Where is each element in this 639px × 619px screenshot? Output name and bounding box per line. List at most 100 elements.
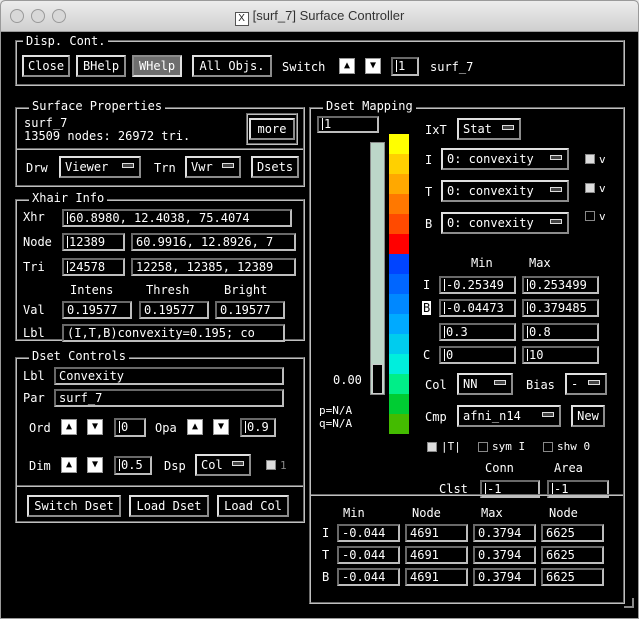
table-cell[interactable]: -0.044	[337, 568, 400, 586]
title-bar[interactable]: X [surf_7] Surface Controller	[1, 1, 638, 32]
close-button[interactable]: Close	[22, 55, 70, 77]
colorbar[interactable]	[389, 134, 409, 434]
trn-menu[interactable]: Vwr	[185, 156, 241, 178]
node-field[interactable]: 12389	[62, 233, 125, 251]
ord-field[interactable]: 0	[114, 418, 146, 437]
abs-t-label: |T|	[441, 440, 461, 453]
table-cell[interactable]: 4691	[405, 546, 468, 564]
node-label: Node	[23, 235, 52, 249]
colorbar-segment	[389, 154, 409, 174]
bias-menu[interactable]: -	[565, 373, 607, 395]
range-b-min-field[interactable]: -0.04473	[439, 299, 516, 317]
b-v-checkbox[interactable]	[585, 211, 595, 221]
tri-field[interactable]: 24578	[62, 258, 125, 276]
table-cell[interactable]: 4691	[405, 568, 468, 586]
whelp-button[interactable]: WHelp	[132, 55, 182, 77]
node-xyz-field[interactable]: 60.9916, 12.8926, 7	[131, 233, 296, 251]
i-channel-menu[interactable]: 0: convexity	[441, 148, 569, 170]
dsets-button[interactable]: Dsets	[251, 156, 299, 178]
bhelp-button[interactable]: BHelp	[76, 55, 126, 77]
dim-up-arrow-icon[interactable]: ▲	[61, 457, 77, 473]
i-v-checkbox[interactable]	[585, 154, 595, 164]
colorbar-top-field[interactable]: 1	[317, 116, 379, 133]
colorbar-scale-value: 0.00	[333, 373, 362, 387]
sym-i-checkbox[interactable]	[478, 442, 488, 452]
xhr-field[interactable]: 60.8980, 12.4038, 75.4074	[62, 209, 292, 227]
colorbar-segment	[389, 374, 409, 394]
intens-header: Intens	[70, 283, 114, 297]
abs-t-checkbox[interactable]	[427, 442, 437, 452]
ixt-menu[interactable]: Stat	[457, 118, 521, 140]
opa-down-arrow-icon[interactable]: ▼	[213, 419, 229, 435]
table-cell[interactable]: 0.3794	[473, 568, 536, 586]
col-menu[interactable]: NN	[457, 373, 513, 395]
val-thresh-field[interactable]: 0.19577	[139, 301, 209, 319]
colorbar-scale-slider[interactable]	[370, 142, 385, 395]
range-b-label[interactable]: B	[422, 301, 432, 315]
table-cell[interactable]: 0.3794	[473, 524, 536, 542]
surface-name: surf_7	[24, 116, 68, 130]
trn-label: Trn	[154, 161, 176, 175]
shw-0-checkbox[interactable]	[543, 442, 553, 452]
t-channel-menu[interactable]: 0: convexity	[441, 180, 569, 202]
range-c-max-field[interactable]: 10	[522, 346, 599, 364]
val-intens-field[interactable]: 0.19577	[62, 301, 132, 319]
table-cell[interactable]: 6625	[541, 546, 604, 564]
colorbar-segment	[389, 254, 409, 274]
switch-down-arrow-icon[interactable]: ▼	[365, 58, 381, 74]
table-cell[interactable]: -0.044	[337, 546, 400, 564]
dset-lbl-field[interactable]: Convexity	[54, 367, 284, 385]
t-v-checkbox[interactable]	[585, 183, 595, 193]
switch-value-field[interactable]: 1	[391, 57, 419, 76]
lbl-field[interactable]: (I,T,B)convexity=0.195; co	[62, 324, 285, 342]
par-field[interactable]: surf_7	[54, 389, 284, 407]
separator	[17, 485, 303, 487]
table-cell[interactable]: 6625	[541, 524, 604, 542]
table-cell[interactable]: 4691	[405, 524, 468, 542]
range-c-min-field[interactable]: 0	[439, 346, 516, 364]
table-header-max: Max	[481, 506, 503, 520]
range-i-min-field[interactable]: -0.25349	[439, 276, 516, 294]
dim-field[interactable]: 0.5	[114, 456, 152, 475]
range-3-min-field[interactable]: 0.3	[439, 323, 516, 341]
range-3-max-field[interactable]: 0.8	[522, 323, 599, 341]
new-colormap-button[interactable]: New	[571, 405, 605, 427]
table-cell[interactable]: 0.3794	[473, 546, 536, 564]
ord-up-arrow-icon[interactable]: ▲	[61, 419, 77, 435]
opa-field[interactable]: 0.9	[240, 418, 276, 437]
area-header: Area	[554, 461, 583, 475]
shw-0-label: shw 0	[557, 440, 591, 453]
b-channel-label: B	[425, 217, 433, 231]
dsp-one-label: 1	[280, 459, 287, 472]
more-button[interactable]: more	[249, 118, 295, 140]
window-title: X [surf_7] Surface Controller	[1, 8, 638, 26]
load-dset-button[interactable]: Load Dset	[129, 495, 209, 517]
drw-menu[interactable]: Viewer	[59, 156, 141, 178]
range-b-max-field[interactable]: 0.379485	[522, 299, 599, 317]
dset-mapping-legend: Dset Mapping	[323, 100, 416, 113]
range-i-max-field[interactable]: 0.253499	[522, 276, 599, 294]
dim-down-arrow-icon[interactable]: ▼	[87, 457, 103, 473]
conn-header: Conn	[485, 461, 514, 475]
switch-up-arrow-icon[interactable]: ▲	[339, 58, 355, 74]
ord-down-arrow-icon[interactable]: ▼	[87, 419, 103, 435]
tri-nodes-field[interactable]: 12258, 12385, 12389	[131, 258, 296, 276]
cmp-menu[interactable]: afni_n14	[457, 405, 561, 427]
opa-up-arrow-icon[interactable]: ▲	[187, 419, 203, 435]
switch-label: Switch	[282, 60, 326, 74]
b-channel-menu[interactable]: 0: convexity	[441, 212, 569, 234]
dsp-menu[interactable]: Col	[195, 454, 251, 476]
colorbar-segment	[389, 394, 409, 414]
colorbar-scale-thumb[interactable]	[372, 364, 383, 394]
table-cell[interactable]: -0.044	[337, 524, 400, 542]
table-header-min: Min	[343, 506, 365, 520]
range-i-label: I	[423, 278, 431, 292]
table-cell[interactable]: 6625	[541, 568, 604, 586]
val-bright-field[interactable]: 0.19577	[215, 301, 285, 319]
load-col-button[interactable]: Load Col	[217, 495, 289, 517]
dsp-one-checkbox[interactable]	[266, 460, 276, 470]
resize-grip-icon[interactable]	[624, 598, 634, 608]
i-channel-label: I	[425, 153, 433, 167]
all-objs-button[interactable]: All Objs.	[192, 55, 272, 77]
switch-dset-button[interactable]: Switch Dset	[27, 495, 121, 517]
